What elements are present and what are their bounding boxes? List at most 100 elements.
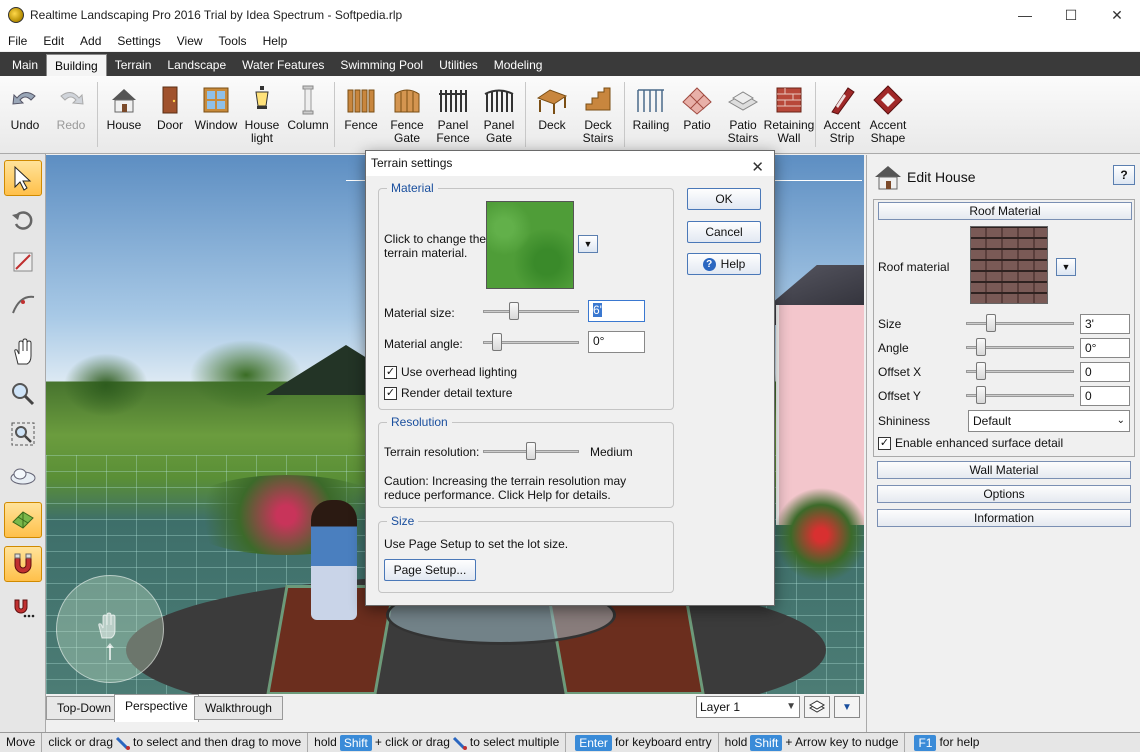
tab-perspective[interactable]: Perspective <box>114 694 199 722</box>
door-button[interactable]: Door <box>147 76 193 153</box>
panel-fence-button[interactable]: Panel Fence <box>430 76 476 153</box>
terrain-resolution-slider[interactable] <box>483 442 579 460</box>
terrain-material-dropdown[interactable]: ▼ <box>578 235 598 253</box>
slider-thumb[interactable] <box>976 338 986 356</box>
offset-x-slider[interactable] <box>966 362 1074 380</box>
menu-settings[interactable]: Settings <box>109 34 168 48</box>
roof-material-dropdown[interactable]: ▼ <box>1056 258 1076 276</box>
wall-material-button[interactable]: Wall Material <box>877 461 1131 479</box>
material-angle-field[interactable]: 0° <box>588 331 645 353</box>
shininess-select[interactable]: Default ⌄ <box>968 410 1130 432</box>
chevron-down-icon: ▼ <box>583 239 593 249</box>
page-setup-button[interactable]: Page Setup... <box>384 559 476 581</box>
select-tool[interactable] <box>4 160 42 196</box>
tab-water-features[interactable]: Water Features <box>234 54 332 76</box>
resolution-legend: Resolution <box>387 415 452 429</box>
menu-file[interactable]: File <box>0 34 35 48</box>
tab-main[interactable]: Main <box>4 54 46 76</box>
material-angle-label: Material angle: <box>384 337 463 351</box>
roof-material-swatch[interactable] <box>970 226 1048 304</box>
curve-icon <box>12 295 35 314</box>
window-button[interactable]: Window <box>193 76 239 153</box>
options-button[interactable]: Options <box>877 485 1131 503</box>
slider-thumb[interactable] <box>509 302 519 320</box>
rotate-tool[interactable] <box>4 202 42 238</box>
slider-thumb[interactable] <box>976 362 986 380</box>
undo-button[interactable]: Undo <box>2 76 48 153</box>
cancel-button[interactable]: Cancel <box>687 221 761 243</box>
column-button[interactable]: Column <box>285 76 331 153</box>
curve-tool[interactable] <box>4 286 42 322</box>
roof-material-button[interactable]: Roof Material <box>878 202 1132 220</box>
patio-button[interactable]: Patio <box>674 76 720 153</box>
slider-thumb[interactable] <box>976 386 986 404</box>
redo-button[interactable]: Redo <box>48 76 94 153</box>
slider-thumb[interactable] <box>986 314 996 332</box>
zoom-tool[interactable] <box>4 376 42 412</box>
offset-x-field[interactable]: 0 <box>1080 362 1130 382</box>
house-light-button[interactable]: House light <box>239 76 285 153</box>
layer-menu-button[interactable]: ▼ <box>834 696 860 718</box>
fence-button[interactable]: Fence <box>338 76 384 153</box>
overhead-lighting-checkbox[interactable]: ✓ Use overhead lighting <box>384 365 517 379</box>
help-button[interactable]: ? <box>1113 165 1135 185</box>
menu-add[interactable]: Add <box>72 34 109 48</box>
material-size-field[interactable]: 6' <box>588 300 645 322</box>
house-button[interactable]: House <box>101 76 147 153</box>
slider-thumb[interactable] <box>492 333 502 351</box>
house-light-icon <box>255 86 269 109</box>
grid-snap-tool[interactable] <box>4 502 42 538</box>
angle-field[interactable]: 0° <box>1080 338 1130 358</box>
resize-tool[interactable] <box>4 244 42 280</box>
offset-y-slider[interactable] <box>966 386 1074 404</box>
tab-swimming-pool[interactable]: Swimming Pool <box>332 54 431 76</box>
close-icon[interactable]: ✕ <box>751 155 764 180</box>
menu-help[interactable]: Help <box>255 34 296 48</box>
ok-button[interactable]: OK <box>687 188 761 210</box>
material-size-slider[interactable] <box>483 302 579 320</box>
render-detail-checkbox[interactable]: ✓ Render detail texture <box>384 386 512 400</box>
size-field[interactable]: 3' <box>1080 314 1130 334</box>
undo-icon <box>12 92 36 105</box>
offset-y-field[interactable]: 0 <box>1080 386 1130 406</box>
magnet-options-tool[interactable] <box>4 590 42 626</box>
enhanced-detail-checkbox[interactable]: ✓ Enable enhanced surface detail <box>878 436 1063 450</box>
terrain-material-swatch[interactable] <box>486 201 574 289</box>
railing-button[interactable]: Railing <box>628 76 674 153</box>
size-slider[interactable] <box>966 314 1074 332</box>
menu-edit[interactable]: Edit <box>35 34 72 48</box>
orbit-tool[interactable] <box>4 458 42 494</box>
angle-slider[interactable] <box>966 338 1074 356</box>
maximize-button[interactable]: ☐ <box>1048 0 1094 30</box>
zoom-extents-tool[interactable] <box>4 416 42 452</box>
tab-top-down[interactable]: Top-Down <box>46 696 123 720</box>
tab-terrain[interactable]: Terrain <box>107 54 160 76</box>
tab-landscape[interactable]: Landscape <box>159 54 234 76</box>
status-hint-nudge: hold Shift + Arrow key to nudge <box>719 732 906 752</box>
material-angle-slider[interactable] <box>483 333 579 351</box>
magnet-snap-tool[interactable] <box>4 546 42 582</box>
tab-building[interactable]: Building <box>46 54 107 76</box>
layers-button[interactable] <box>804 696 830 718</box>
fence-gate-button[interactable]: Fence Gate <box>384 76 430 153</box>
menu-tools[interactable]: Tools <box>211 34 255 48</box>
accent-shape-button[interactable]: Accent Shape <box>865 76 911 153</box>
deck-button[interactable]: Deck <box>529 76 575 153</box>
retaining-wall-button[interactable]: Retaining Wall <box>764 76 814 153</box>
help-button[interactable]: ? Help <box>687 253 761 275</box>
accent-strip-button[interactable]: Accent Strip <box>819 76 865 153</box>
navigation-wheel[interactable] <box>56 575 164 683</box>
slider-thumb[interactable] <box>526 442 536 460</box>
tab-modeling[interactable]: Modeling <box>486 54 551 76</box>
layer-select[interactable]: Layer 1 ▼ <box>696 696 800 718</box>
tab-utilities[interactable]: Utilities <box>431 54 486 76</box>
menu-view[interactable]: View <box>169 34 211 48</box>
information-button[interactable]: Information <box>877 509 1131 527</box>
panel-gate-button[interactable]: Panel Gate <box>476 76 522 153</box>
close-button[interactable]: ✕ <box>1094 0 1140 30</box>
tab-walkthrough[interactable]: Walkthrough <box>194 696 283 720</box>
deck-stairs-button[interactable]: Deck Stairs <box>575 76 621 153</box>
pan-tool[interactable] <box>4 334 42 370</box>
patio-stairs-button[interactable]: Patio Stairs <box>720 76 766 153</box>
minimize-button[interactable]: — <box>1002 0 1048 30</box>
